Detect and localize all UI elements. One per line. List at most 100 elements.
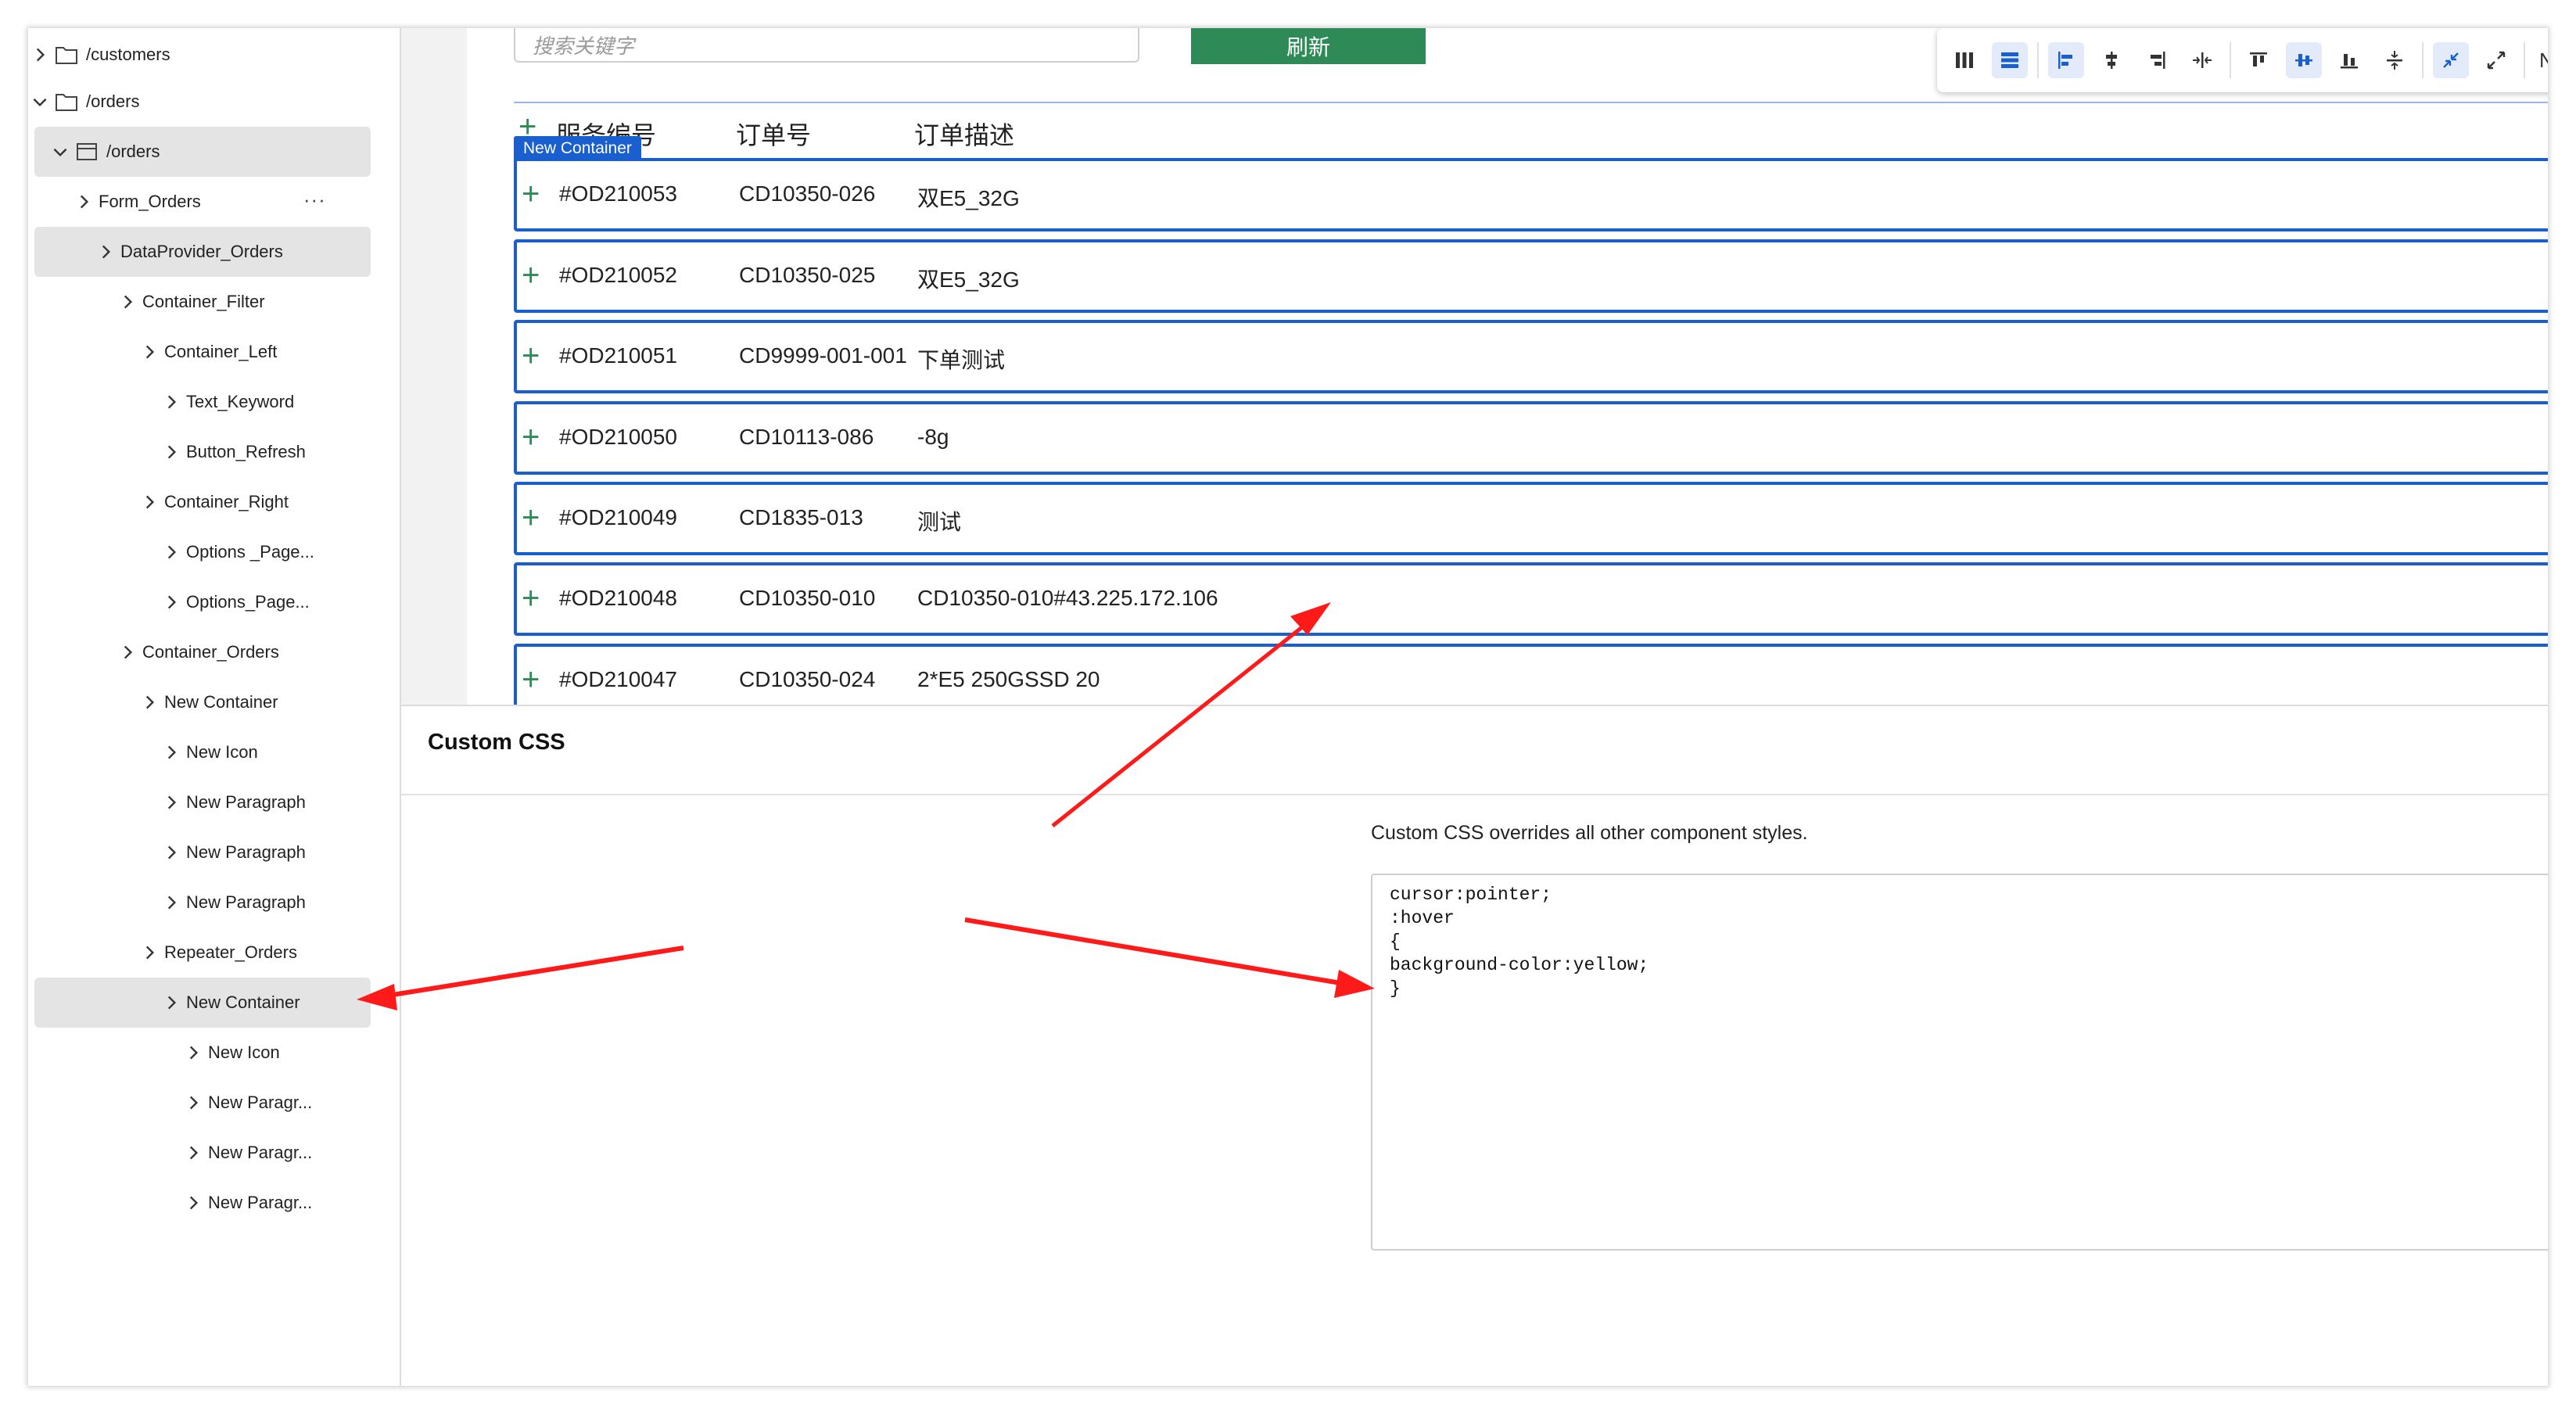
plus-icon[interactable]: + — [522, 260, 540, 291]
tree-item-label: Container_Left — [164, 342, 278, 361]
align-left-icon[interactable] — [2048, 42, 2084, 78]
plus-icon[interactable]: + — [522, 422, 540, 453]
app-window: /customers /orders /orders Form_Orders ·… — [28, 28, 2548, 1386]
tree-item-container-left[interactable]: Container_Left — [139, 327, 277, 377]
chevron-down-icon[interactable] — [30, 92, 50, 112]
chevron-right-icon[interactable] — [139, 342, 160, 362]
custom-css-editor[interactable]: cursor:pointer; :hover { background-colo… — [1371, 874, 2548, 1251]
refresh-button[interactable]: 刷新 — [1191, 28, 1426, 64]
space-between-horizontal-icon[interactable] — [2184, 42, 2220, 78]
order-row[interactable]: + #OD210048 CD10350-010 CD10350-010#43.2… — [514, 562, 2548, 636]
order-row[interactable]: + #OD210050 CD10113-086 -8g — [514, 401, 2548, 475]
tree-item-options-page-2[interactable]: Options_Page... — [161, 577, 310, 627]
tree-item-new-container[interactable]: New Container — [139, 677, 278, 727]
order-number: CD10350-024 — [739, 667, 876, 691]
tree-item-new-paragraph[interactable]: New Paragraph — [161, 777, 306, 827]
plus-icon[interactable]: + — [522, 583, 540, 614]
tree-item-container-orders[interactable]: Container_Orders — [117, 627, 279, 677]
chevron-right-icon[interactable] — [161, 592, 181, 612]
spacing-select[interactable]: None — [2539, 48, 2548, 73]
tree-item-new-container-selected[interactable]: New Container — [34, 978, 371, 1028]
align-middle-icon[interactable] — [2286, 42, 2322, 78]
chevron-right-icon[interactable] — [139, 492, 160, 512]
tree-item-new-paragraph[interactable]: New Paragr... — [183, 1178, 312, 1228]
chevron-right-icon[interactable] — [161, 992, 181, 1013]
tree-item-container-right[interactable]: Container_Right — [139, 477, 289, 527]
tree-item-new-paragraph[interactable]: New Paragraph — [161, 827, 306, 877]
tree-item-new-icon[interactable]: New Icon — [161, 727, 258, 777]
tree-item-label: /customers — [86, 45, 170, 64]
align-right-icon[interactable] — [2139, 42, 2175, 78]
chevron-right-icon[interactable] — [139, 692, 160, 712]
order-row[interactable]: + #OD210049 CD1835-013 测试 — [514, 482, 2548, 555]
chevron-right-icon[interactable] — [161, 742, 181, 763]
order-row[interactable]: + #OD210052 CD10350-025 双E5_32G — [514, 239, 2548, 313]
align-center-horizontal-icon[interactable] — [2093, 42, 2129, 78]
chevron-right-icon[interactable] — [161, 442, 181, 462]
order-number: CD10350-025 — [739, 263, 876, 287]
tree-item-button-refresh[interactable]: Button_Refresh — [161, 427, 306, 477]
tree-item-orders-folder[interactable]: /orders — [30, 77, 139, 127]
chevron-right-icon[interactable] — [161, 792, 181, 813]
chevron-right-icon[interactable] — [139, 942, 160, 963]
chevron-right-icon[interactable] — [161, 892, 181, 913]
plus-icon[interactable]: + — [522, 178, 540, 210]
tree-item-orders-page[interactable]: /orders — [34, 127, 371, 177]
tree-item-customers[interactable]: /customers — [30, 30, 170, 80]
plus-icon[interactable]: + — [522, 502, 540, 533]
chevron-down-icon[interactable] — [50, 142, 70, 162]
chevron-right-icon[interactable] — [161, 842, 181, 863]
expand-icon[interactable] — [2478, 42, 2514, 78]
tree-item-dataprovider-orders[interactable]: DataProvider_Orders — [34, 227, 371, 277]
toolbar-divider — [2524, 42, 2525, 78]
chevron-right-icon[interactable] — [183, 1093, 203, 1113]
order-row[interactable]: + #OD210047 CD10350-024 2*E5 250GSSD 20 — [514, 644, 2548, 705]
order-description: 测试 — [917, 510, 962, 534]
chevron-right-icon[interactable] — [183, 1043, 203, 1063]
chevron-right-icon[interactable] — [161, 542, 181, 562]
chevron-right-icon[interactable] — [183, 1193, 203, 1213]
tree-item-new-paragraph[interactable]: New Paragr... — [183, 1128, 312, 1178]
tree-item-new-paragraph[interactable]: New Paragr... — [183, 1078, 312, 1128]
panel-title: Custom CSS — [428, 730, 565, 755]
order-row[interactable]: + #OD210053 CD10350-026 双E5_32G — [514, 158, 2548, 231]
tree-item-label: New Paragr... — [208, 1193, 313, 1212]
panel-help-text: Custom CSS overrides all other component… — [1371, 822, 1808, 844]
columns-layout-icon[interactable] — [1946, 42, 1982, 78]
chevron-right-icon[interactable] — [74, 192, 94, 212]
service-id: #OD210047 — [559, 667, 678, 691]
align-top-icon[interactable] — [2241, 42, 2276, 78]
tree-item-label: New Paragraph — [186, 842, 306, 862]
service-id: #OD210052 — [559, 263, 678, 287]
plus-icon[interactable]: + — [522, 340, 540, 371]
chevron-right-icon[interactable] — [183, 1143, 203, 1163]
chevron-right-icon[interactable] — [161, 392, 181, 412]
shrink-icon[interactable] — [2433, 42, 2469, 78]
rows-layout-icon[interactable] — [1992, 42, 2028, 78]
more-icon[interactable]: ··· — [303, 188, 326, 212]
folder-icon — [55, 45, 78, 65]
chevron-right-icon[interactable] — [117, 642, 138, 662]
tree-item-form-orders[interactable]: Form_Orders ··· — [74, 177, 325, 227]
tree-item-options-page-1[interactable]: Options _Page... — [161, 527, 314, 577]
tree-item-label: Container_Filter — [142, 292, 265, 311]
tree-item-label: New Container — [186, 992, 300, 1012]
tree-item-label: New Paragr... — [208, 1093, 313, 1112]
order-number: CD10350-026 — [739, 181, 876, 206]
order-row[interactable]: + #OD210051 CD9999-001-001 下单测试 — [514, 320, 2548, 393]
chevron-right-icon[interactable] — [95, 242, 116, 262]
space-between-vertical-icon[interactable] — [2377, 42, 2413, 78]
tree-item-new-paragraph[interactable]: New Paragraph — [161, 877, 306, 928]
chevron-right-icon[interactable] — [30, 45, 50, 65]
search-input[interactable]: 搜索关键字 — [514, 28, 1139, 63]
tree-item-new-icon[interactable]: New Icon — [183, 1028, 280, 1078]
align-bottom-icon[interactable] — [2331, 42, 2367, 78]
order-description: 双E5_32G — [917, 267, 1020, 292]
chevron-right-icon[interactable] — [117, 292, 138, 312]
tree-item-text-keyword[interactable]: Text_Keyword — [161, 377, 294, 427]
plus-icon[interactable]: + — [522, 664, 540, 695]
tree-item-repeater-orders[interactable]: Repeater_Orders — [139, 928, 297, 978]
spacing-select-value: None — [2539, 48, 2548, 72]
tree-item-label: Text_Keyword — [186, 392, 295, 411]
tree-item-container-filter[interactable]: Container_Filter — [117, 277, 265, 327]
